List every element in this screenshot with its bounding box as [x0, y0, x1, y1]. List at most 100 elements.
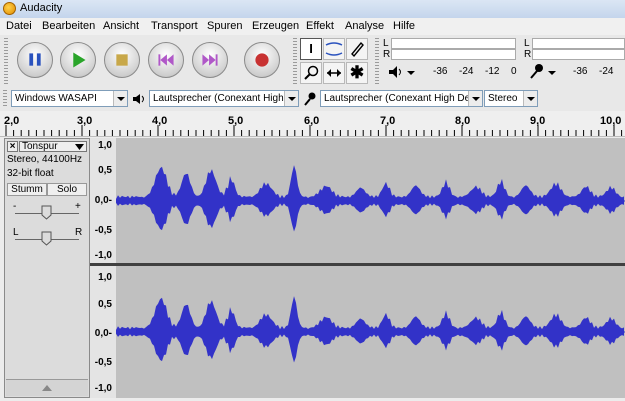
skip-to-start-icon [158, 54, 174, 66]
scale-bot-0: 0,0- [94, 328, 112, 339]
microphone-menu-icon[interactable] [528, 62, 560, 80]
input-channels-select[interactable]: Stereo [484, 90, 538, 107]
tools-toolbar: I ✱ [299, 37, 371, 85]
chevron-down-icon [523, 91, 537, 106]
record-meter-left[interactable] [532, 38, 625, 49]
dropdown-triangle-icon [75, 144, 84, 150]
window-title: Audacity [20, 2, 63, 14]
track-control-panel: × Tonspur Stereo, 44100Hz 32-bit float S… [4, 138, 90, 398]
device-grip[interactable] [3, 90, 7, 108]
meter-grip[interactable] [375, 38, 379, 84]
stop-button[interactable] [104, 42, 140, 78]
meter-play-r-label: R [383, 49, 391, 60]
i-beam-icon: I [309, 41, 313, 56]
track-name: Tonspur [22, 141, 58, 152]
menu-analyse[interactable]: Analyse [345, 20, 384, 32]
ruler-tick-3: 3,0 [77, 115, 93, 127]
waveform-area[interactable] [116, 138, 625, 398]
audio-host-select[interactable]: Windows WASAPI [11, 90, 128, 107]
channel-separator[interactable] [90, 263, 625, 266]
toolbar-grip[interactable] [4, 38, 8, 84]
magnifier-icon [304, 65, 319, 80]
ruler-tick-4: 4,0 [152, 115, 168, 127]
audacity-logo-icon [3, 2, 16, 15]
output-device-value: Lautsprecher (Conexant High I [153, 93, 290, 104]
close-icon: × [9, 141, 16, 152]
meter-tick-play-36: -36 [433, 66, 448, 77]
input-device-value: Lautsprecher (Conexant High Defi [324, 93, 476, 104]
track-format-info: Stereo, 44100Hz [7, 154, 83, 165]
audio-host-value: Windows WASAPI [15, 93, 97, 104]
double-arrow-icon [327, 69, 341, 77]
play-button[interactable] [60, 42, 96, 78]
track-name-menu[interactable]: Tonspur [19, 141, 87, 152]
selection-tool[interactable]: I [300, 38, 322, 60]
ruler-tick-8: 8,0 [455, 115, 471, 127]
ruler-tick-7: 7,0 [380, 115, 396, 127]
menu-bearbeiten[interactable]: Bearbeiten [42, 20, 95, 32]
timeshift-tool[interactable] [323, 62, 345, 84]
timeline-ruler[interactable]: 2,0 3,0 4,0 5,0 6,0 7,0 8,0 9,0 10,0 [0, 111, 625, 137]
menu-spuren[interactable]: Spuren [207, 20, 242, 32]
skip-start-button[interactable] [148, 42, 184, 78]
scale-bot-neg-1: -1,0 [94, 383, 112, 394]
pause-button[interactable] [17, 42, 53, 78]
output-device-select[interactable]: Lautsprecher (Conexant High I [149, 90, 299, 107]
playback-meter-left[interactable] [391, 38, 516, 49]
skip-end-button[interactable] [192, 42, 228, 78]
envelope-icon [325, 42, 343, 56]
menu-datei[interactable]: Datei [6, 20, 32, 32]
scale-top-1: 1,0 [98, 140, 112, 151]
envelope-tool[interactable] [323, 38, 345, 60]
scale-top-neg-0-5: -0,5 [94, 225, 112, 236]
menu-erzeugen[interactable]: Erzeugen [252, 20, 299, 32]
gain-minus-label: - [13, 201, 17, 212]
ruler-tick-10: 10,0 [600, 115, 622, 127]
speaker-menu-icon[interactable] [387, 64, 417, 80]
scale-bot-0-5: 0,5 [98, 299, 112, 310]
record-button[interactable] [244, 42, 280, 78]
stop-icon [116, 54, 128, 66]
scale-top-0-5: 0,5 [98, 165, 112, 176]
gain-slider-thumb[interactable] [41, 205, 52, 220]
skip-to-end-icon [202, 54, 218, 66]
menu-effekt[interactable]: Effekt [306, 20, 334, 32]
playback-meter-right[interactable] [391, 49, 516, 60]
pan-slider-thumb[interactable] [41, 231, 52, 246]
waveform-display [116, 165, 625, 363]
microphone-icon [304, 92, 316, 106]
collapse-arrow-icon [42, 385, 52, 391]
chevron-down-icon [284, 91, 298, 106]
scale-bot-neg-0-5: -0,5 [94, 357, 112, 368]
menu-ansicht[interactable]: Ansicht [103, 20, 139, 32]
pause-icon [29, 53, 41, 66]
menu-hilfe[interactable]: Hilfe [393, 20, 415, 32]
meter-tick-play-0: 0 [511, 66, 517, 77]
chevron-down-icon [468, 91, 482, 106]
collapse-track-button[interactable] [6, 379, 88, 396]
pencil-icon [351, 41, 364, 58]
vertical-amplitude-scale[interactable]: 1,0 0,5 0,0- -0,5 -1,0 1,0 0,5 0,0- -0,5… [90, 138, 116, 398]
draw-tool[interactable] [346, 38, 368, 60]
speaker-icon [133, 94, 144, 104]
meter-tick-rec-36: -36 [573, 66, 588, 77]
ruler-tick-9: 9,0 [530, 115, 546, 127]
ruler-tick-2: 2,0 [4, 115, 20, 127]
chevron-down-icon [113, 91, 127, 106]
tools-grip[interactable] [293, 38, 297, 84]
input-device-select[interactable]: Lautsprecher (Conexant High Defi [320, 90, 483, 107]
multi-tool[interactable]: ✱ [346, 62, 368, 84]
pan-right-label: R [75, 227, 83, 238]
device-toolbar: Windows WASAPI Lautsprecher (Conexant Hi… [0, 87, 625, 112]
close-track-button[interactable]: × [7, 141, 18, 152]
menu-transport[interactable]: Transport [151, 20, 198, 32]
mute-button[interactable]: Stumm [7, 183, 47, 196]
ruler-tick-6: 6,0 [304, 115, 320, 127]
zoom-tool[interactable] [300, 62, 322, 84]
record-meter-right[interactable] [532, 49, 625, 60]
record-icon [255, 53, 269, 67]
solo-button[interactable]: Solo [47, 183, 87, 196]
meter-rec-r-label: R [524, 49, 532, 60]
meter-tick-play-12: -12 [485, 66, 500, 77]
pan-left-label: L [13, 227, 19, 238]
